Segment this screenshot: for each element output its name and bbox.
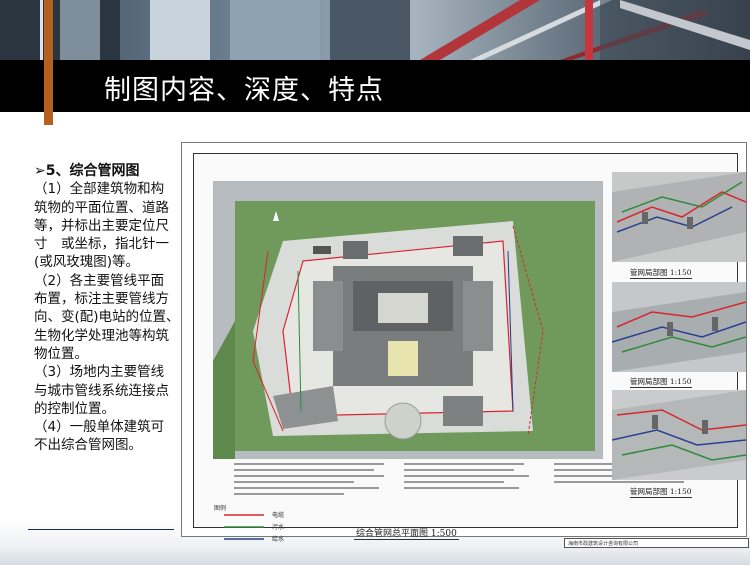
footer-line (28, 529, 174, 530)
view-caption-1: 管网局部图 1:150 (630, 268, 692, 279)
detail-view-1 (612, 172, 746, 262)
detail-view-2 (612, 282, 746, 372)
section-heading: ➢5、综合管网图 (34, 163, 140, 179)
detail-view-3 (612, 390, 746, 480)
site-plan (213, 181, 603, 459)
paragraph-3: （3）场地内主要管线与城市管线系统连接点的控制位置。 (34, 364, 169, 417)
title-bar: 制图内容、深度、特点 (0, 60, 750, 112)
plan-caption: 综合管网总平面图 1:500 (354, 526, 459, 540)
legend-item-1: 电缆 (272, 512, 285, 519)
slide-title: 制图内容、深度、特点 (104, 75, 384, 106)
header-banner (0, 0, 750, 60)
view-caption-3: 管网局部图 1:150 (630, 487, 692, 498)
drawing-legend: 图例 电缆 污水 给水 (214, 505, 354, 545)
drawing-image: 图例 电缆 污水 给水 综合管网总平面图 1:500 海南市政建筑设计咨询有限公… (181, 142, 749, 548)
accent-bar-orange (44, 0, 53, 125)
title-block: 海南市政建筑设计咨询有限公司 (564, 538, 749, 548)
banner-decoration (0, 0, 750, 60)
drawing-sheet: 图例 电缆 污水 给水 综合管网总平面图 1:500 海南市政建筑设计咨询有限公… (193, 153, 749, 548)
paragraph-1: （1）全部建筑物和构筑物的平面位置、道路等，并标出主要定位尺寸 或坐标，指北针一… (34, 181, 169, 271)
view-caption-2: 管网局部图 1:150 (630, 377, 692, 388)
content-text: ➢5、综合管网图 （1）全部建筑物和构筑物的平面位置、道路等，并标出主要定位尺寸… (34, 162, 187, 455)
legend-item-3: 给水 (272, 536, 285, 543)
paragraph-4: （4）一般单体建筑可不出综合管网图。 (34, 419, 165, 454)
legend-item-2: 污水 (272, 524, 285, 531)
paragraph-2: （2）各主要管线平面布置，标注主要管线方向、变(配)电站的位置、 生物化学处理池… (34, 272, 187, 362)
